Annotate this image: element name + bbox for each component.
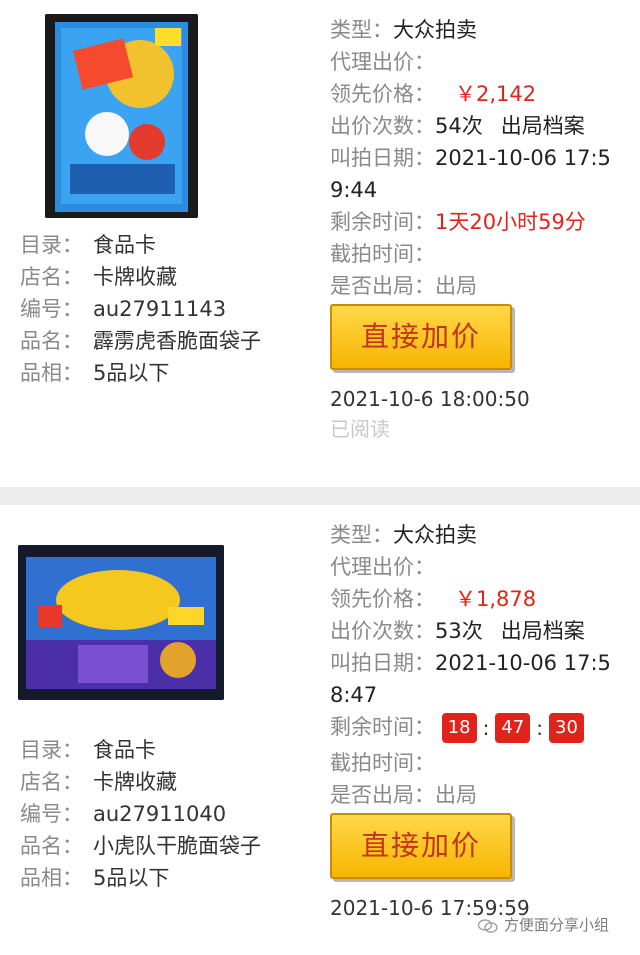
- condition-value: 5品以下: [93, 361, 170, 385]
- catalog-label: 目录：: [20, 233, 83, 257]
- bid-count-value: 54次: [435, 114, 483, 138]
- outbid-label: 是否出局：: [330, 783, 435, 807]
- proxy-bid-label: 代理出价：: [330, 555, 435, 579]
- condition-row: 品相： 5品以下: [20, 357, 261, 389]
- bid-count-row: 出价次数：53次 出局档案: [330, 615, 630, 647]
- out-archive-link[interactable]: 出局档案: [501, 114, 585, 138]
- time-remaining-label: 剩余时间：: [330, 210, 435, 234]
- item-id-row: 编号： au27911040: [20, 798, 261, 830]
- outbid-value: 出局: [435, 274, 477, 298]
- auction-card[interactable]: 目录： 食品卡 店名： 卡牌收藏 编号： au27911143 品名： 霹雳虎香脆面袋子…: [0, 0, 640, 487]
- shop-row: 店名： 卡牌收藏: [20, 261, 261, 293]
- proxy-bid-row: 代理出价：: [330, 46, 630, 78]
- catalog-value: 食品卡: [93, 738, 156, 762]
- item-id-row: 编号： au27911143: [20, 293, 261, 325]
- outbid-row: 是否出局：出局: [330, 779, 630, 811]
- auction-type-value: 大众拍卖: [393, 18, 477, 42]
- shop-value: 卡牌收藏: [93, 770, 177, 794]
- leading-price-label: 领先价格：: [330, 587, 435, 611]
- outbid-label: 是否出局：: [330, 274, 435, 298]
- start-date-row: 叫拍日期：2021-10-06 17:58:47: [330, 647, 630, 711]
- start-date-label: 叫拍日期：: [330, 651, 435, 675]
- bid-count-label: 出价次数：: [330, 619, 435, 643]
- bid-count-value: 53次: [435, 619, 483, 643]
- auction-card[interactable]: 目录： 食品卡 店名： 卡牌收藏 编号： au27911040 品名： 小虎队干脆面袋子…: [0, 505, 640, 955]
- end-time-label: 截拍时间：: [330, 751, 435, 775]
- end-time-row: 截拍时间：: [330, 747, 630, 779]
- time-remaining-label: 剩余时间：: [330, 715, 435, 739]
- product-name-value: 小虎队干脆面袋子: [93, 834, 261, 858]
- watermark-text: 方便面分享小组: [504, 916, 610, 934]
- product-image[interactable]: [18, 545, 224, 700]
- raise-bid-button[interactable]: 直接加价: [330, 813, 512, 879]
- catalog-label: 目录：: [20, 738, 83, 762]
- proxy-bid-row: 代理出价：: [330, 551, 630, 583]
- leading-price-value: ￥2,142: [455, 82, 537, 106]
- product-image[interactable]: [45, 14, 198, 218]
- condition-label: 品相：: [20, 866, 83, 890]
- listing-details: 目录： 食品卡 店名： 卡牌收藏 编号： au27911040 品名： 小虎队干脆面袋子…: [20, 734, 261, 894]
- product-name-value: 霹雳虎香脆面袋子: [93, 329, 261, 353]
- shop-label: 店名：: [20, 265, 83, 289]
- start-date-label: 叫拍日期：: [330, 146, 435, 170]
- proxy-bid-label: 代理出价：: [330, 50, 435, 74]
- post-timestamp: 2021-10-6 18:00:50: [330, 387, 530, 411]
- time-remaining-row: 剩余时间： 18:47:30: [330, 711, 630, 747]
- auction-info: 类型：大众拍卖 代理出价： 领先价格： ￥1,878 出价次数：53次 出局档案 叫…: [330, 519, 630, 923]
- start-date-row: 叫拍日期：2021-10-06 17:59:44: [330, 142, 630, 206]
- watermark: 方便面分享小组: [478, 914, 609, 935]
- end-time-label: 截拍时间：: [330, 242, 435, 266]
- listing-details: 目录： 食品卡 店名： 卡牌收藏 编号： au27911143 品名： 霹雳虎香脆面袋子…: [20, 229, 261, 389]
- leading-price-value: ￥1,878: [455, 587, 537, 611]
- condition-row: 品相： 5品以下: [20, 862, 261, 894]
- countdown-separator: :: [536, 716, 543, 740]
- time-remaining-value: 1天20小时59分: [435, 210, 586, 234]
- auction-type-label: 类型：: [330, 18, 393, 42]
- leading-price-label: 领先价格：: [330, 82, 435, 106]
- catalog-row: 目录： 食品卡: [20, 734, 261, 766]
- snack-bag-image: [45, 14, 198, 218]
- catalog-value: 食品卡: [93, 233, 156, 257]
- read-status: 已阅读: [330, 417, 390, 441]
- leading-price-row: 领先价格： ￥2,142: [330, 78, 630, 110]
- auction-type-row: 类型：大众拍卖: [330, 14, 630, 46]
- outbid-row: 是否出局：出局: [330, 270, 630, 302]
- catalog-row: 目录： 食品卡: [20, 229, 261, 261]
- bid-count-row: 出价次数：54次 出局档案: [330, 110, 630, 142]
- auction-type-row: 类型：大众拍卖: [330, 519, 630, 551]
- end-time-row: 截拍时间：: [330, 238, 630, 270]
- auction-type-value: 大众拍卖: [393, 523, 477, 547]
- countdown-minutes: 47: [495, 713, 531, 743]
- item-id-label: 编号：: [20, 297, 83, 321]
- product-name-label: 品名：: [20, 834, 83, 858]
- bid-count-label: 出价次数：: [330, 114, 435, 138]
- condition-label: 品相：: [20, 361, 83, 385]
- product-name-row: 品名： 霹雳虎香脆面袋子: [20, 325, 261, 357]
- condition-value: 5品以下: [93, 866, 170, 890]
- raise-bid-button[interactable]: 直接加价: [330, 304, 512, 370]
- countdown-hours: 18: [441, 713, 477, 743]
- outbid-value: 出局: [435, 783, 477, 807]
- item-id-value: au27911040: [93, 802, 227, 826]
- wechat-icon: [478, 918, 498, 933]
- out-archive-link[interactable]: 出局档案: [501, 619, 585, 643]
- shop-row: 店名： 卡牌收藏: [20, 766, 261, 798]
- auction-type-label: 类型：: [330, 523, 393, 547]
- product-name-row: 品名： 小虎队干脆面袋子: [20, 830, 261, 862]
- snack-bag-image: [18, 545, 224, 700]
- shop-value: 卡牌收藏: [93, 265, 177, 289]
- card-divider: [0, 487, 640, 505]
- item-id-value: au27911143: [93, 297, 227, 321]
- product-name-label: 品名：: [20, 329, 83, 353]
- time-remaining-row: 剩余时间：1天20小时59分: [330, 206, 630, 238]
- countdown-seconds: 30: [549, 713, 584, 743]
- countdown-separator: :: [482, 716, 490, 740]
- auction-info: 类型：大众拍卖 代理出价： 领先价格： ￥2,142 出价次数：54次 出局档案 叫…: [330, 14, 630, 444]
- leading-price-row: 领先价格： ￥1,878: [330, 583, 630, 615]
- item-id-label: 编号：: [20, 802, 83, 826]
- shop-label: 店名：: [20, 770, 83, 794]
